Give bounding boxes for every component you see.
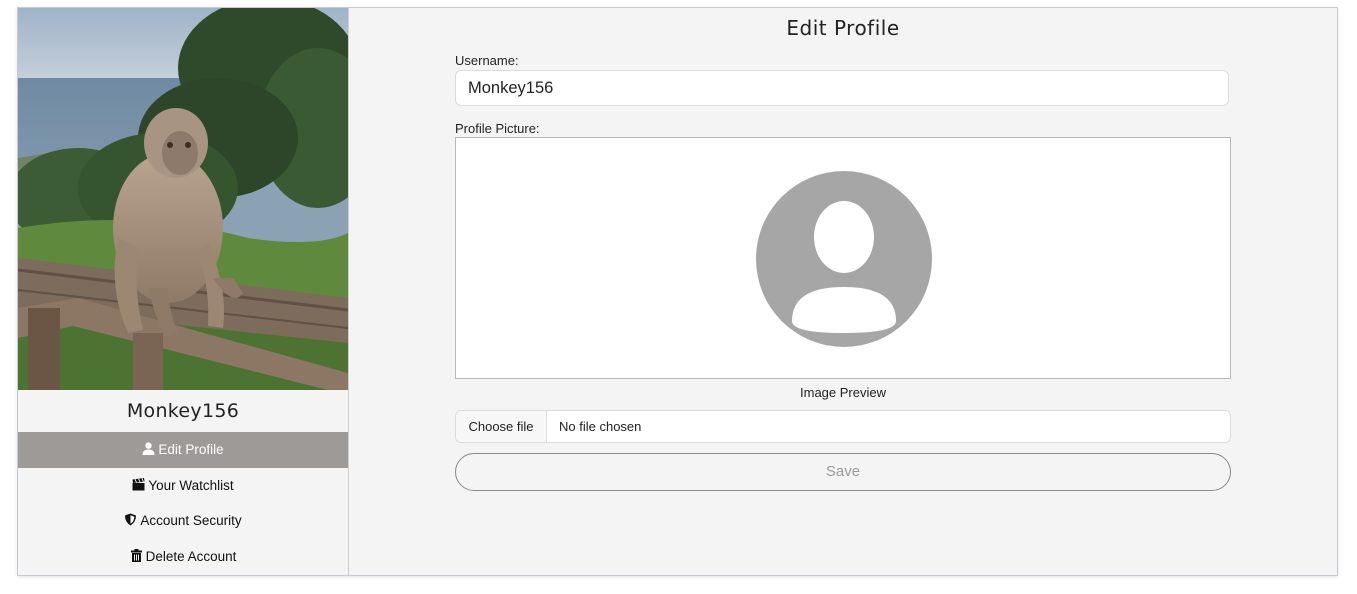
- choose-file-button[interactable]: Choose file: [456, 411, 547, 442]
- shield-icon: [124, 513, 137, 526]
- sidebar: Monkey156 Edit Profile Your Watchlist Ac…: [18, 8, 349, 575]
- profile-photo: [18, 8, 348, 390]
- save-button[interactable]: Save: [455, 453, 1231, 491]
- profile-picture-label: Profile Picture:: [455, 121, 540, 136]
- avatar-placeholder-icon: [756, 171, 932, 347]
- sidebar-item-edit-profile[interactable]: Edit Profile: [18, 432, 348, 468]
- trash-icon: [130, 549, 143, 562]
- profile-card: Monkey156 Edit Profile Your Watchlist Ac…: [17, 7, 1338, 576]
- username-label: Username:: [455, 53, 519, 68]
- sidebar-item-label: Edit Profile: [158, 442, 224, 457]
- page-title: Edit Profile: [786, 16, 900, 40]
- sidebar-item-delete-account[interactable]: Delete Account: [18, 539, 348, 575]
- image-preview-caption: Image Preview: [800, 385, 886, 400]
- sidebar-item-watchlist[interactable]: Your Watchlist: [18, 468, 348, 504]
- sidebar-item-account-security[interactable]: Account Security: [18, 503, 348, 539]
- clapperboard-icon: [132, 478, 145, 491]
- file-status-text: No file chosen: [559, 419, 642, 434]
- edit-profile-panel: Edit Profile Username: Profile Picture: …: [349, 8, 1337, 575]
- sidebar-item-label: Delete Account: [145, 549, 237, 564]
- username-input[interactable]: [455, 70, 1229, 106]
- image-preview: [455, 137, 1231, 379]
- sidebar-username: Monkey156: [126, 400, 240, 422]
- profile-picture-file-input[interactable]: Choose file No file chosen: [455, 410, 1231, 443]
- user-icon: [142, 442, 155, 455]
- sidebar-item-label: Your Watchlist: [148, 478, 234, 493]
- sidebar-item-label: Account Security: [140, 513, 242, 528]
